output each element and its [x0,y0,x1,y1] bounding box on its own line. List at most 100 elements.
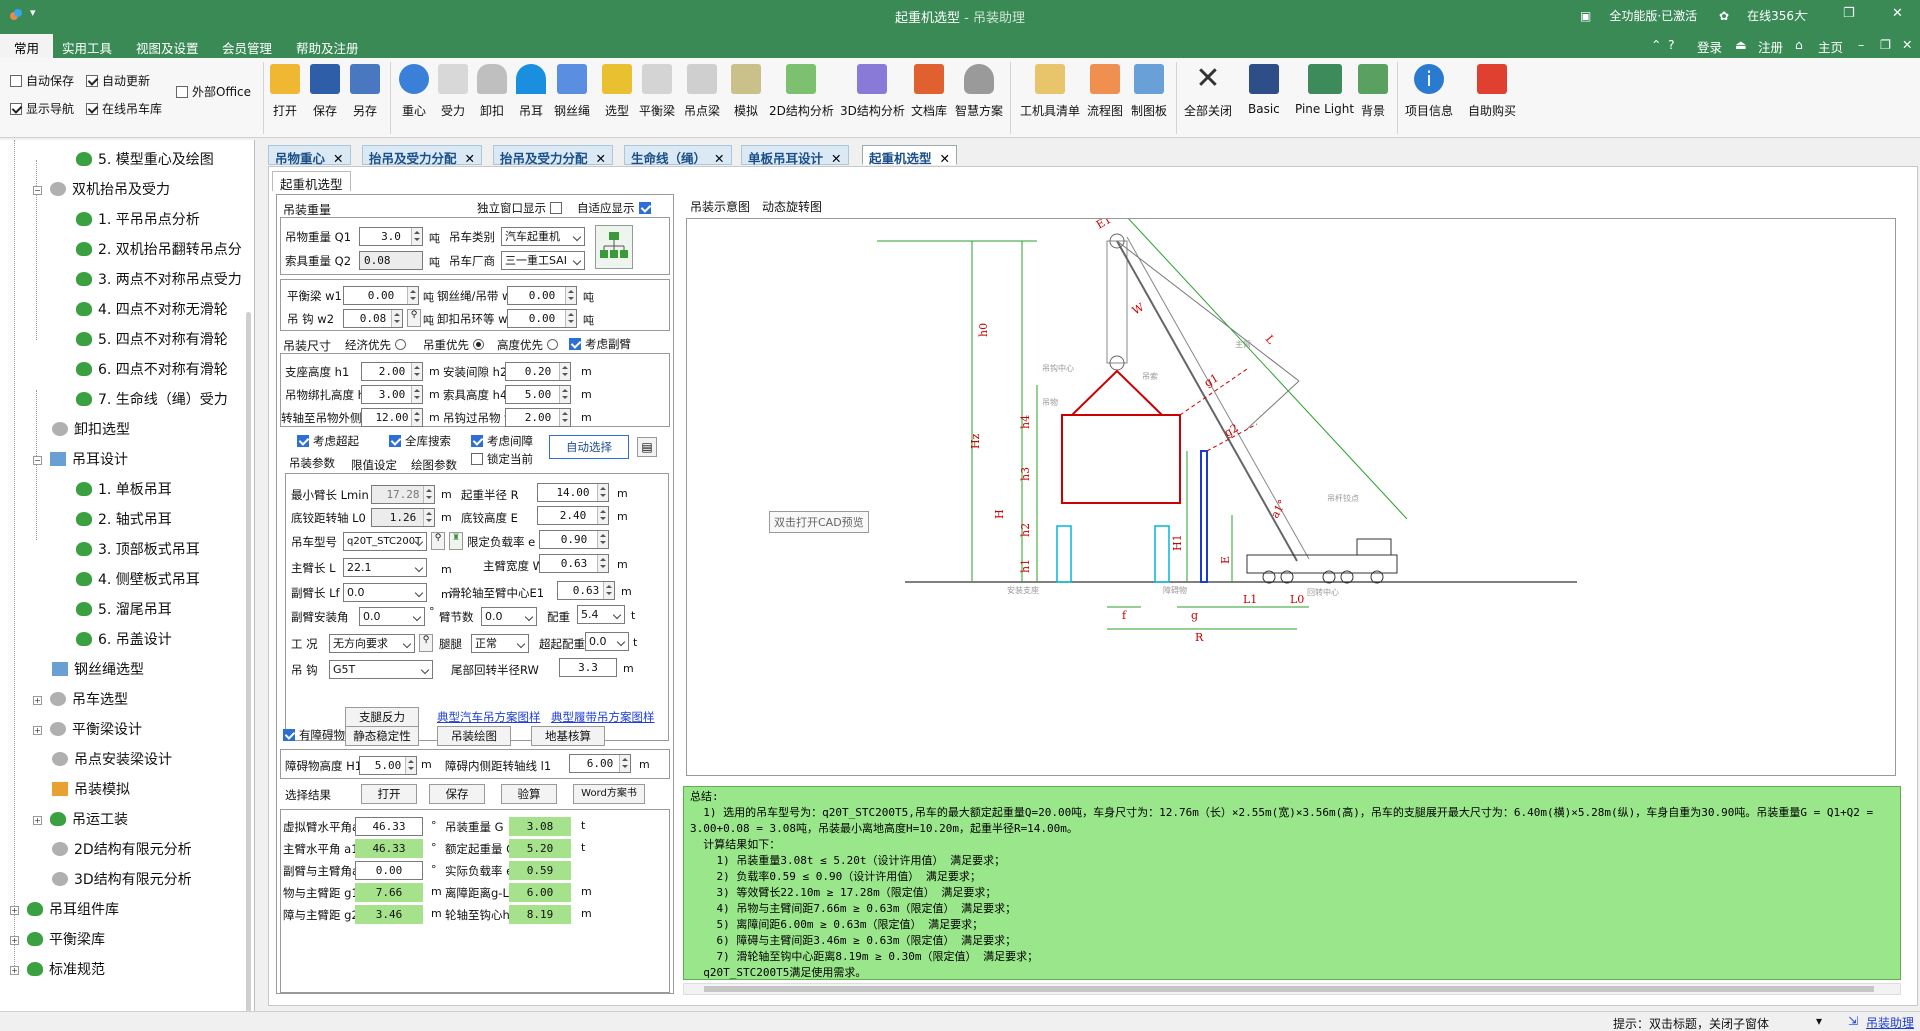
help-icon[interactable]: ? [1668,37,1675,52]
hinge-height-input[interactable]: 2.40 [537,506,609,525]
tree-group[interactable]: + 吊耳组件库 [10,899,119,921]
spinner-icon[interactable] [559,386,570,403]
menu-home[interactable]: 常用 [0,34,54,58]
spinner-icon[interactable] [597,484,608,501]
online-crane-lib-checkbox[interactable]: 在线吊车库 [86,100,162,117]
maximize-icon[interactable]: ❐ [1843,6,1855,21]
homepage-link[interactable]: 主页 [1818,37,1843,56]
tree-group[interactable]: + 标准规范 [10,959,105,981]
scrollbar-thumb[interactable] [704,986,1874,992]
tree-group[interactable]: + 平衡梁设计 [33,719,142,741]
tree-group[interactable]: + 吊车选型 [33,689,128,711]
tab-crane-selection[interactable]: 起重机选型 ✕ [862,145,957,166]
open-result-button[interactable]: 打开 [361,784,417,804]
tree-item[interactable]: 5. 溜尾吊耳 [76,599,172,621]
close-tab-icon[interactable]: ✕ [831,151,841,166]
collapse-ribbon-icon[interactable]: ⌃ [1651,37,1661,52]
outrigger-select[interactable]: 正常 [471,634,529,653]
show-nav-checkbox[interactable]: 显示导航 [10,100,74,117]
lock-current-checkbox[interactable]: 锁定当前 [471,451,533,467]
home-icon[interactable]: ⌂ [1795,37,1803,52]
hook-lookup-icon[interactable]: ⚲ [407,309,421,327]
auto-save-checkbox[interactable]: 自动保存 [10,72,74,89]
close-tab-icon[interactable]: ✕ [940,151,950,166]
simulation-button[interactable]: 模拟 [731,64,761,119]
spinner-icon[interactable] [597,531,608,548]
lifting-beam-button[interactable]: 吊点梁 [684,64,720,119]
w4-input[interactable]: 0.00 [507,309,577,328]
menu-membership[interactable]: 会员管理 [222,38,272,57]
tab-tandem-lift-2[interactable]: 抬吊及受力分配 ✕ [493,145,613,166]
tab-lifeline[interactable]: 生命线（绳） ✕ [624,145,732,166]
jib-angle-select[interactable]: 0.0 [359,607,425,626]
boom-length-select[interactable]: 22.1 [343,558,427,577]
analysis-2d-button[interactable]: 2D结构分析 [769,64,834,119]
tab-object-cog[interactable]: 吊物重心 ✕ [268,145,351,166]
theme-pine-light-button[interactable]: Pine Light [1295,64,1354,116]
clipboard-copy-icon[interactable]: ▤ [637,437,657,457]
adaptive-display-checkbox[interactable]: 自适应显示 [577,200,655,216]
spinner-icon[interactable] [411,386,422,403]
spinner-icon[interactable] [597,507,608,524]
theme-basic-button[interactable]: Basic [1248,64,1280,116]
h1-input[interactable]: 2.00 [361,362,423,381]
model-library-icon[interactable]: ♜ [449,532,463,550]
mdi-restore-icon[interactable]: ❐ [1880,37,1891,52]
truck-crane-samples-link[interactable]: 典型汽车吊方案图样 [437,709,541,725]
expand-icon[interactable]: + [10,906,19,915]
spinner-icon[interactable] [411,409,422,426]
crane-type-select[interactable]: 汽车起重机 [501,227,585,246]
external-office-checkbox[interactable]: 外部Office [176,83,251,100]
jib-length-select[interactable]: 0.0 [343,583,427,602]
login-link[interactable]: 登录 [1697,37,1722,56]
spinner-icon[interactable] [423,486,434,503]
close-all-button[interactable]: ✕ 全部关闭 [1184,64,1232,119]
q2-input[interactable]: 0.08 [359,251,423,270]
save-as-button[interactable]: 另存 [350,64,380,119]
spinner-icon[interactable] [405,757,416,774]
counterweight-select[interactable]: 5.4 [577,605,625,624]
tree-item[interactable]: 3. 顶部板式吊耳 [76,539,200,561]
tree-scrollbar[interactable] [246,312,251,1012]
spinner-icon[interactable] [619,755,630,772]
h3-input[interactable]: 3.00 [361,385,423,404]
w3-input[interactable]: 0.00 [507,286,577,305]
self-purchase-button[interactable]: 自助购买 [1468,64,1516,119]
search-all-checkbox[interactable]: 全库搜索 [389,433,451,449]
tree-group[interactable]: − 吊耳设计 [33,449,128,471]
open-button[interactable]: 打开 [270,64,300,119]
tree-item[interactable]: 3. 两点不对称吊点受力 [76,269,242,291]
outrigger-reaction-button[interactable]: 支腿反力 [345,707,419,727]
inner-tab-crane-selection[interactable]: 起重机选型 [272,171,351,192]
save-button[interactable]: 保存 [310,64,340,119]
spinner-icon[interactable] [559,363,570,380]
drawing-board-button[interactable]: 制图板 [1131,64,1167,119]
tree-item[interactable]: 5. 四点不对称有滑轮 [76,329,228,351]
spinner-icon[interactable] [411,228,422,245]
close-tab-icon[interactable]: ✕ [333,151,343,166]
lift-drawing-button[interactable]: 吊装绘图 [437,726,511,746]
tree-item[interactable]: 卸扣选型 [52,419,130,441]
assistant-link[interactable]: 吊装助理 [1866,1014,1914,1031]
w1-input[interactable]: 0.00 [343,286,419,305]
summary-horizontal-scrollbar[interactable] [683,983,1901,995]
close-tab-icon[interactable]: ✕ [465,151,475,166]
center-of-gravity-button[interactable]: 重心 [399,64,429,119]
l0-input[interactable]: 1.26 [371,508,435,527]
weight-first-radio[interactable]: 吊重优先 [423,337,484,353]
background-button[interactable]: 背景 [1358,64,1388,119]
has-obstacle-checkbox[interactable]: 有障碍物 [283,727,345,743]
economy-first-radio[interactable]: 经济优先 [345,337,406,353]
obstacle-height-input[interactable]: 5.00 [359,756,417,775]
wire-rope-button[interactable]: 钢丝绳 [554,64,590,119]
tree-group[interactable]: − 双机抬吊及受力 [33,179,170,201]
spinner-icon[interactable] [565,287,576,304]
analysis-3d-button[interactable]: 3D结构分析 [840,64,905,119]
project-info-button[interactable]: i 项目信息 [1405,64,1453,119]
auto-update-checkbox[interactable]: 自动更新 [86,72,150,89]
register-link[interactable]: 注册 [1758,37,1783,56]
menu-tools[interactable]: 实用工具 [62,38,112,57]
auto-select-button[interactable]: 自动选择 [549,435,629,459]
work-mode-select[interactable]: 无方向要求 [329,634,415,653]
consider-clearance-checkbox[interactable]: 考虑间障 [471,433,533,449]
